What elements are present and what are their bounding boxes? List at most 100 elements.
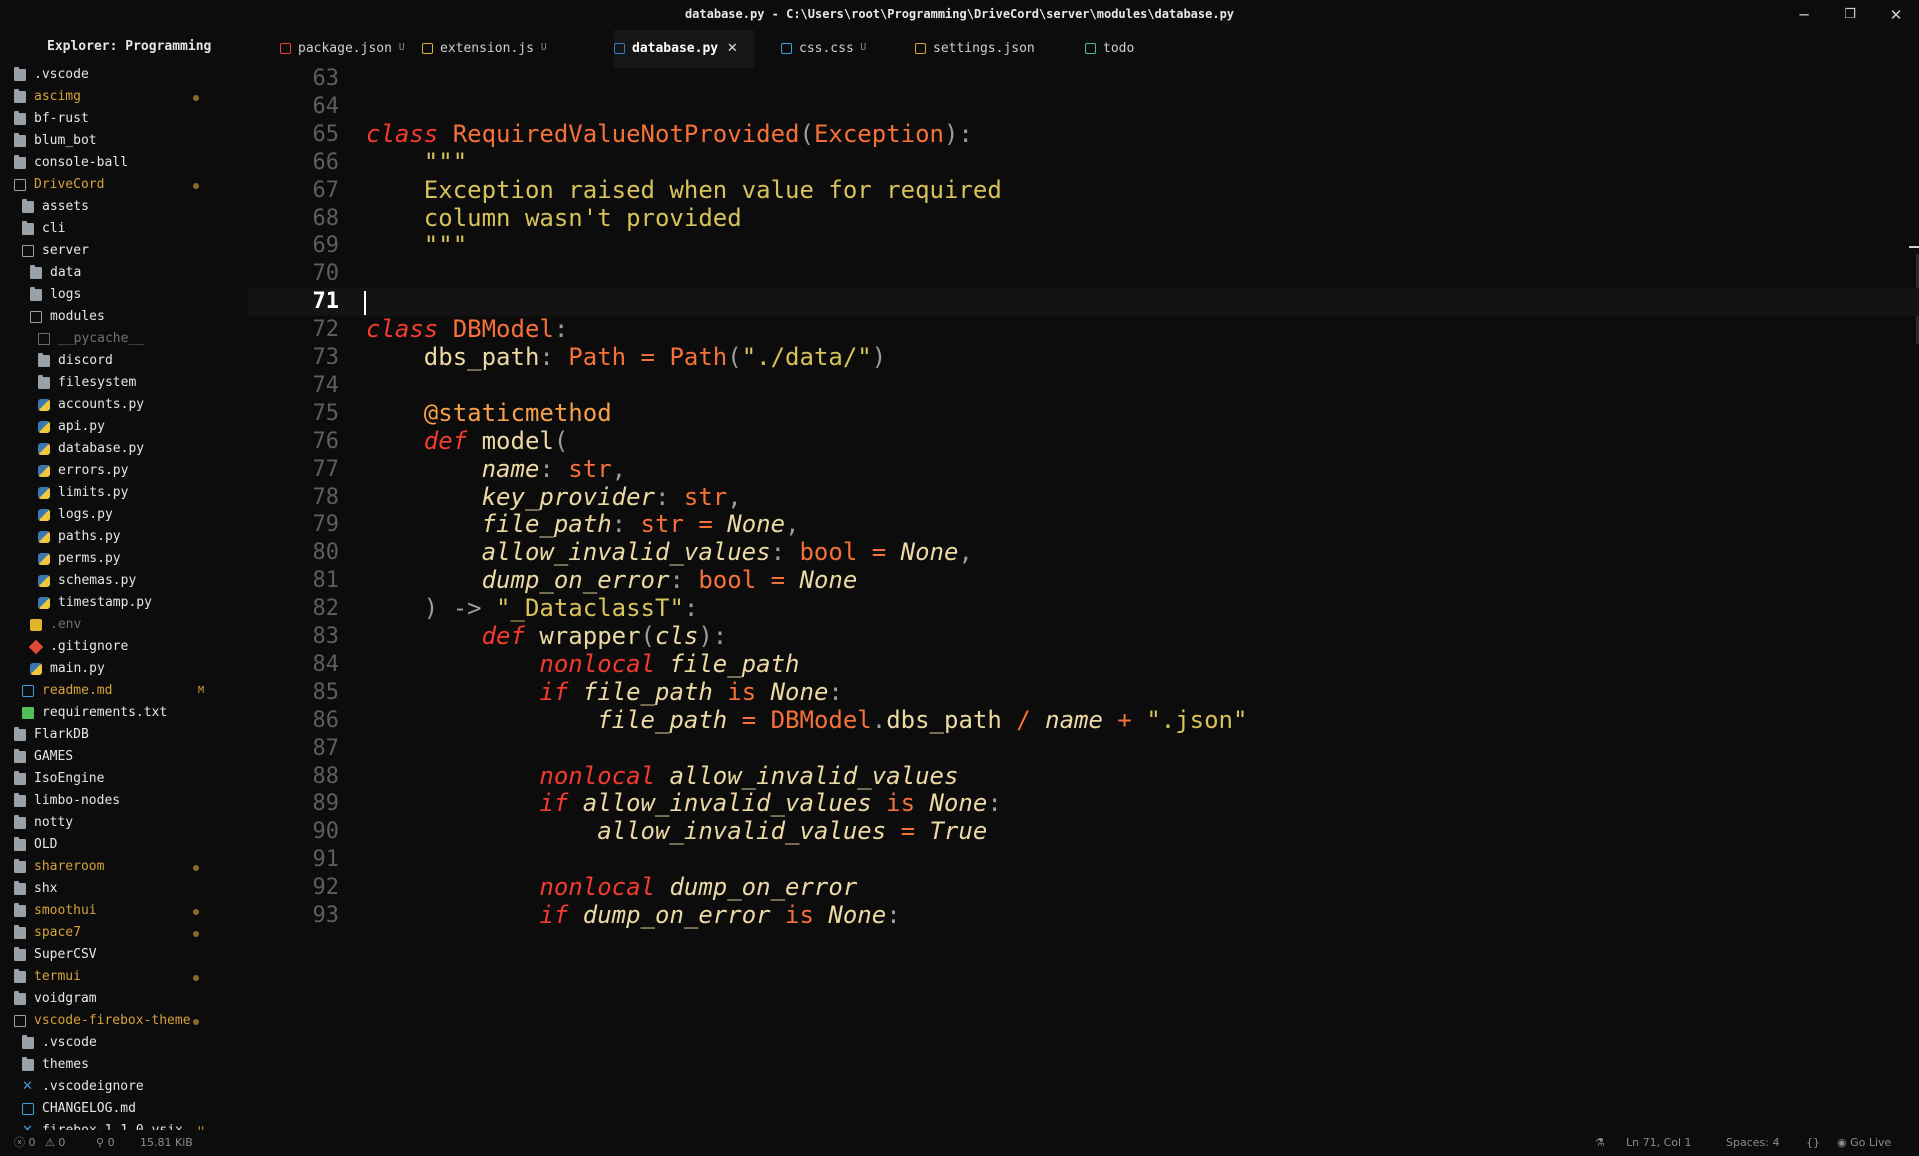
tab-close-icon[interactable]: ✕: [727, 30, 738, 68]
cursor-position[interactable]: Ln 71, Col 1: [1626, 1130, 1692, 1156]
code-line[interactable]: 79 file_path: str = None,: [248, 510, 1919, 539]
close-window-button[interactable]: ✕: [1876, 4, 1916, 26]
tree-item[interactable]: .gitignore: [0, 636, 248, 658]
tree-item[interactable]: data: [0, 262, 248, 284]
restore-button[interactable]: ❐: [1830, 4, 1870, 26]
tab-database-py[interactable]: database.py ✕: [614, 30, 754, 68]
tree-item[interactable]: limbo-nodes: [0, 790, 248, 812]
tree-item[interactable]: modules: [0, 306, 248, 328]
code-line[interactable]: 65 class RequiredValueNotProvided(Excepti…: [248, 120, 1919, 149]
code-line[interactable]: 71: [248, 288, 1919, 317]
tree-item[interactable]: limits.py: [0, 482, 248, 504]
tab-todo[interactable]: todo: [1085, 30, 1165, 68]
code-line[interactable]: 91: [248, 846, 1919, 874]
tree-item[interactable]: logs.py: [0, 504, 248, 526]
tree-item[interactable]: __pycache__: [0, 328, 248, 350]
tree-item[interactable]: ascimg: [0, 86, 248, 108]
tree-item[interactable]: voidgram: [0, 988, 248, 1010]
tree-item[interactable]: FlarkDB: [0, 724, 248, 746]
code-line[interactable]: 74: [248, 372, 1919, 400]
code-editor[interactable]: 63 64 65 class RequiredValueNotProvided(Exc…: [248, 68, 1919, 1138]
tree-item[interactable]: perms.py: [0, 548, 248, 570]
tab-extension-js[interactable]: extension.js U: [422, 30, 602, 68]
code-line[interactable]: 90 allow_invalid_values = True: [248, 817, 1919, 846]
tree-item[interactable]: notty: [0, 812, 248, 834]
tree-item[interactable]: GAMES: [0, 746, 248, 768]
ports-indicator[interactable]: ⚲ 0: [96, 1130, 115, 1156]
minimize-button[interactable]: ─: [1784, 4, 1824, 26]
tree-item[interactable]: ✕ firebox-1.1.0.vsix U: [0, 1120, 248, 1130]
code-line[interactable]: 80 allow_invalid_values: bool = None,: [248, 538, 1919, 567]
tree-item[interactable]: termui: [0, 966, 248, 988]
language-mode[interactable]: {}: [1806, 1130, 1820, 1156]
tree-item[interactable]: requirements.txt: [0, 702, 248, 724]
code-line[interactable]: 75 @staticmethod: [248, 399, 1919, 428]
go-live-button[interactable]: ◉ Go Live: [1837, 1130, 1891, 1156]
tree-item[interactable]: space7: [0, 922, 248, 944]
code-line[interactable]: 86 file_path = DBModel.dbs_path / name +…: [248, 706, 1919, 735]
tree-item[interactable]: SuperCSV: [0, 944, 248, 966]
tree-item[interactable]: shareroom: [0, 856, 248, 878]
tab-settings-json[interactable]: settings.json: [915, 30, 1055, 68]
tree-item[interactable]: .vscode: [0, 1032, 248, 1054]
tree-item[interactable]: cli: [0, 218, 248, 240]
code-line[interactable]: 92 nonlocal dump_on_error: [248, 873, 1919, 902]
tree-item[interactable]: readme.md M: [0, 680, 248, 702]
tree-item[interactable]: CHANGELOG.md: [0, 1098, 248, 1120]
code-line[interactable]: 63: [248, 68, 1919, 93]
code-text: """: [366, 148, 467, 177]
code-line[interactable]: 77 name: str,: [248, 455, 1919, 484]
tree-item[interactable]: IsoEngine: [0, 768, 248, 790]
code-line[interactable]: 73 dbs_path: Path = Path("./data/"): [248, 343, 1919, 372]
code-line[interactable]: 72 class DBModel:: [248, 315, 1919, 344]
copilot-icon[interactable]: ⚗: [1595, 1130, 1605, 1156]
code-token: ): [871, 343, 887, 371]
tree-item[interactable]: filesystem: [0, 372, 248, 394]
code-line[interactable]: 69 """: [248, 231, 1919, 260]
tree-item[interactable]: .env: [0, 614, 248, 636]
tree-item[interactable]: assets: [0, 196, 248, 218]
code-line[interactable]: 76 def model(: [248, 427, 1919, 456]
tree-item[interactable]: main.py: [0, 658, 248, 680]
tree-item[interactable]: schemas.py: [0, 570, 248, 592]
tree-item[interactable]: database.py: [0, 438, 248, 460]
code-line[interactable]: 64: [248, 93, 1919, 121]
code-line[interactable]: 89 if allow_invalid_values is None:: [248, 789, 1919, 818]
code-line[interactable]: 66 """: [248, 148, 1919, 177]
code-line[interactable]: 67 Exception raised when value for requi…: [248, 176, 1919, 205]
tree-item[interactable]: discord: [0, 350, 248, 372]
tree-item[interactable]: paths.py: [0, 526, 248, 548]
code-line[interactable]: 93 if dump_on_error is None:: [248, 901, 1919, 930]
tree-item[interactable]: accounts.py: [0, 394, 248, 416]
problems-indicator[interactable]: ⓧ 0 ⚠ 0: [14, 1130, 65, 1156]
tree-item[interactable]: shx: [0, 878, 248, 900]
tree-item[interactable]: .vscode: [0, 64, 248, 86]
code-line[interactable]: 88 nonlocal allow_invalid_values: [248, 762, 1919, 791]
tree-item[interactable]: smoothui: [0, 900, 248, 922]
code-line[interactable]: 68 column wasn't provided: [248, 204, 1919, 233]
code-line[interactable]: 70: [248, 260, 1919, 288]
code-line[interactable]: 84 nonlocal file_path: [248, 650, 1919, 679]
tree-item[interactable]: errors.py: [0, 460, 248, 482]
tab-package-json[interactable]: package.json U: [280, 30, 410, 68]
code-line[interactable]: 82 ) -> "_DataclassT":: [248, 594, 1919, 623]
tree-item[interactable]: logs: [0, 284, 248, 306]
tree-item[interactable]: DriveCord: [0, 174, 248, 196]
tree-item[interactable]: OLD: [0, 834, 248, 856]
code-line[interactable]: 85 if file_path is None:: [248, 678, 1919, 707]
code-line[interactable]: 81 dump_on_error: bool = None: [248, 566, 1919, 595]
tree-item[interactable]: vscode-firebox-theme: [0, 1010, 248, 1032]
indentation[interactable]: Spaces: 4: [1726, 1130, 1779, 1156]
tree-item[interactable]: timestamp.py: [0, 592, 248, 614]
tab-css-css[interactable]: css.css U: [781, 30, 901, 68]
code-line[interactable]: 87: [248, 735, 1919, 763]
tree-item[interactable]: server: [0, 240, 248, 262]
tree-item[interactable]: api.py: [0, 416, 248, 438]
tree-item[interactable]: themes: [0, 1054, 248, 1076]
code-line[interactable]: 83 def wrapper(cls):: [248, 622, 1919, 651]
tree-item[interactable]: console-ball: [0, 152, 248, 174]
tree-item[interactable]: blum_bot: [0, 130, 248, 152]
code-line[interactable]: 78 key_provider: str,: [248, 483, 1919, 512]
tree-item[interactable]: bf-rust: [0, 108, 248, 130]
tree-item[interactable]: ✕ .vscodeignore: [0, 1076, 248, 1098]
